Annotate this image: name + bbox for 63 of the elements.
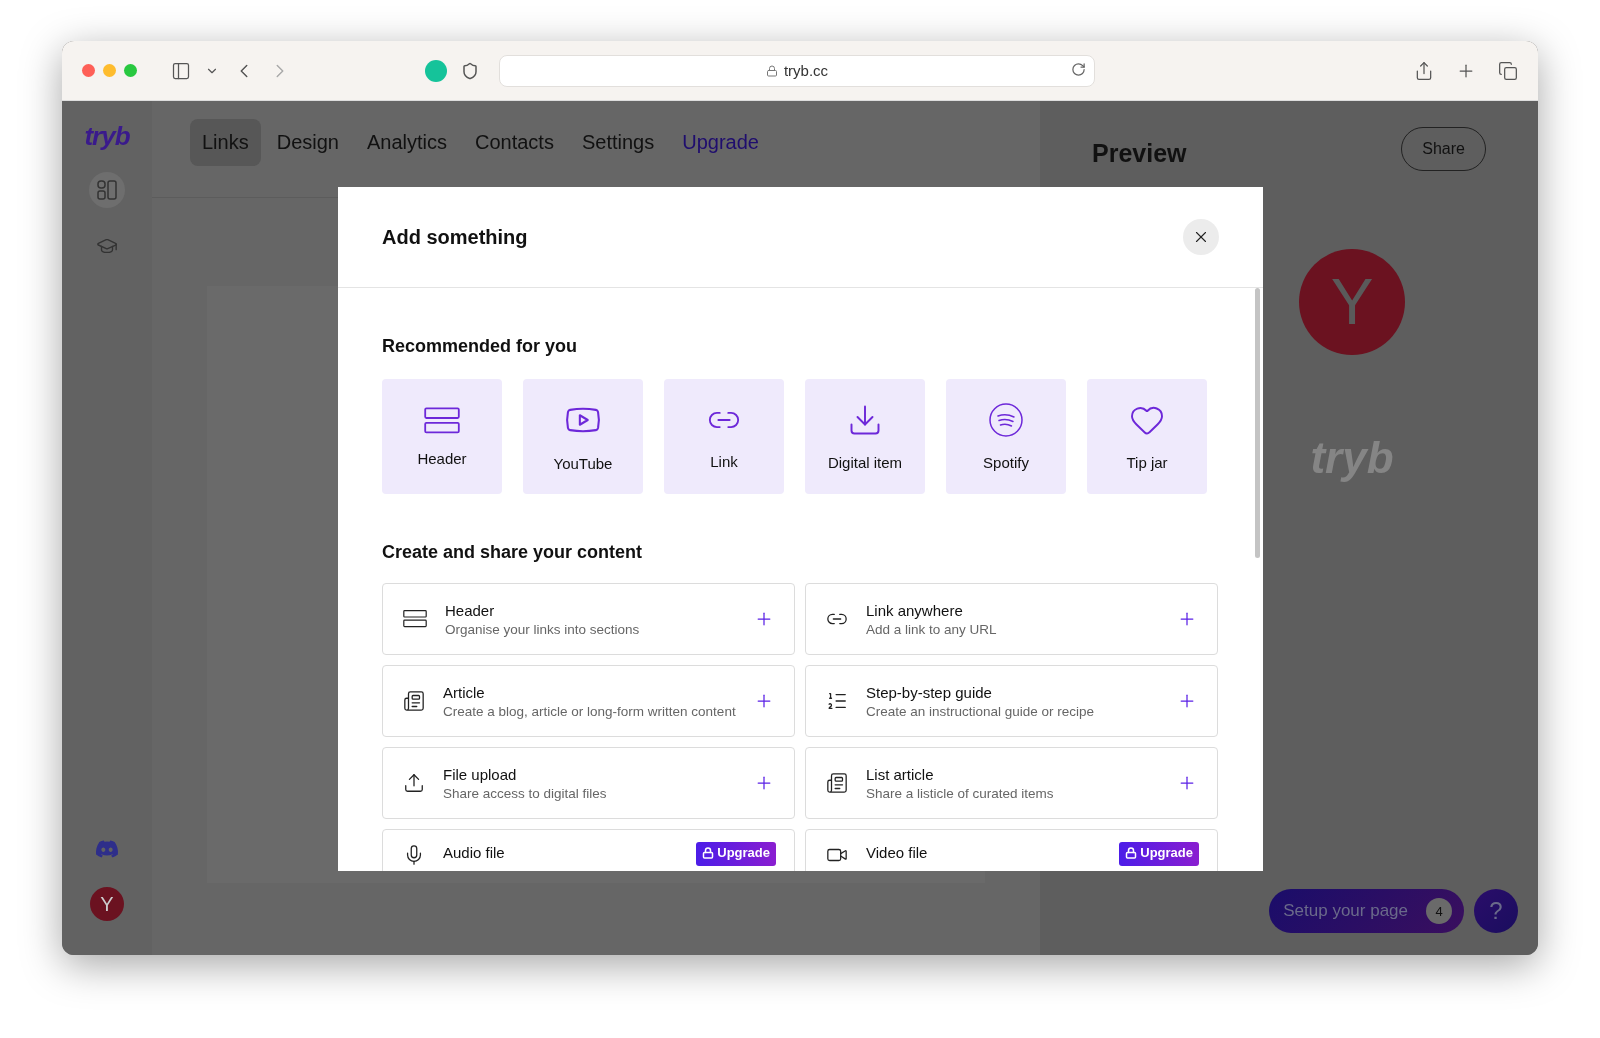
recommended-tile[interactable]: Link [664,379,784,494]
option-description: Create a blog, article or long-form written content [443,703,736,719]
recommended-tile[interactable]: Tip jar [1087,379,1207,494]
option-description: Share a listicle of curated items [866,785,1054,801]
option-description: Organise your links into sections [445,621,640,637]
option-title: Video file [866,844,928,861]
option-description: Create an instructional guide or recipe [866,703,1095,719]
content-option-card[interactable]: File upload Share access to digital files [382,747,795,819]
shield-icon[interactable] [461,61,479,80]
sidebar-toggle-icon[interactable] [171,60,191,81]
numbered-list-icon [826,690,848,712]
tile-label: YouTube [553,455,613,472]
recommended-tile[interactable]: YouTube [523,379,643,494]
option-title: File upload [443,765,517,783]
tabs-overview-button[interactable] [1498,60,1518,81]
option-title: Link anywhere [866,601,963,619]
spotify-icon [988,402,1024,438]
stacked-bars-icon [403,609,427,629]
content-option-card[interactable]: Video file Upgrade [805,829,1218,871]
content-option-card[interactable]: Step-by-step guide Create an instructional guide or recipe [805,665,1218,737]
tile-label: Header [417,450,467,468]
tile-label: Tip jar [1126,454,1168,471]
recommended-tile[interactable]: Digital item [805,379,925,494]
url-text: tryb.cc [783,62,829,79]
tile-label: Link [710,453,738,470]
upgrade-badge[interactable]: Upgrade [1119,842,1199,866]
option-title: Step-by-step guide [866,683,992,701]
tile-label: Spotify [983,454,1029,471]
content-option-card[interactable]: Link anywhere Add a link to any URL [805,583,1218,655]
dialog-title: Add something [382,225,528,249]
count-badge: 4 [1426,898,1452,924]
profile-avatar: Y [1299,249,1405,355]
upgrade-badge[interactable]: Upgrade [696,842,776,866]
document-icon [826,772,848,794]
preview-title: Preview [1092,138,1187,168]
recommended-tile[interactable]: Spotify [946,379,1066,494]
section-heading: Recommended for you [382,336,579,357]
user-avatar[interactable]: Y [90,887,124,921]
setup-button[interactable]: Setup your page 4 [1269,889,1464,933]
document-icon [403,690,425,712]
stacked-bars-icon [424,405,460,435]
content-option-card[interactable]: Header Organise your links into sections [382,583,795,655]
address-bar[interactable]: tryb.cc [499,54,1095,87]
recommended-tile[interactable]: Header [382,379,502,494]
tile-label: Digital item [827,454,903,471]
option-title: Header [445,601,495,619]
share-icon[interactable] [1414,60,1434,81]
option-title: Article [443,683,485,701]
scrollbar[interactable] [1255,288,1260,558]
dashboard-button[interactable] [89,172,125,208]
upload-icon [403,772,425,794]
option-title: List article [866,765,934,783]
lock-icon [765,64,778,77]
close-window-button[interactable] [82,64,95,77]
content-option-card[interactable]: Article Create a blog, article or long-form written content [382,665,795,737]
dashboard-icon [96,179,118,201]
option-description: Share access to digital files [443,785,607,801]
reload-button[interactable] [1071,61,1086,77]
option-description: Add a link to any URL [866,621,997,637]
content-option-card[interactable]: List article Share a listicle of curated items [805,747,1218,819]
content-option-card[interactable]: Audio file Upgrade [382,829,795,871]
option-title: Audio file [443,844,505,861]
section-heading: Create and share your content [382,542,644,563]
